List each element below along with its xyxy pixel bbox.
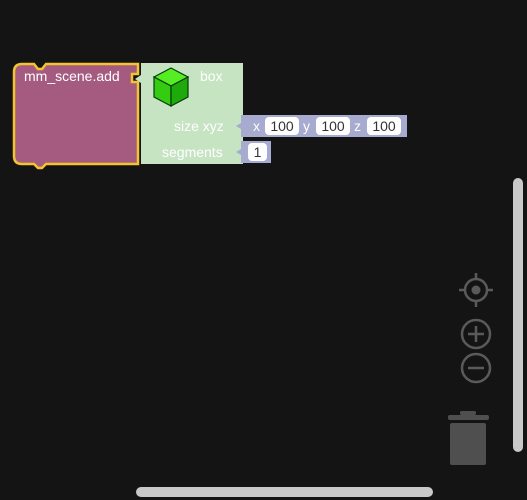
segments-label: segments [162,144,223,160]
target-icon[interactable] [459,273,493,307]
scene-add-block[interactable]: mm_scene.add [12,62,140,170]
y-label: y [303,118,310,134]
green-cube-icon [152,67,190,107]
horizontal-scrollbar[interactable] [136,487,433,497]
vertical-scrollbar[interactable] [513,178,523,452]
xyz-vector-block[interactable]: x 100 y 100 z 100 [236,115,407,137]
box-label: box [200,68,223,84]
minus-circle-icon[interactable] [460,352,492,384]
blockly-workspace[interactable]: mm_scene.add box size xyz segments x 100… [0,0,527,500]
segments-number-block[interactable]: 1 [236,141,271,163]
size-xyz-label: size xyz [174,118,224,134]
x-value-field[interactable]: 100 [270,118,294,134]
z-label: z [354,118,361,134]
workspace-canvas: mm_scene.add box size xyz segments x 100… [12,62,493,465]
z-value-field[interactable]: 100 [372,118,396,134]
box-block[interactable]: box size xyz segments [135,63,243,164]
x-label: x [253,118,260,134]
scene-add-label: mm_scene.add [24,68,120,84]
y-value-field[interactable]: 100 [321,118,345,134]
segments-value-field[interactable]: 1 [254,144,262,160]
plus-circle-icon[interactable] [460,318,492,350]
trash-can-icon[interactable] [448,411,489,465]
